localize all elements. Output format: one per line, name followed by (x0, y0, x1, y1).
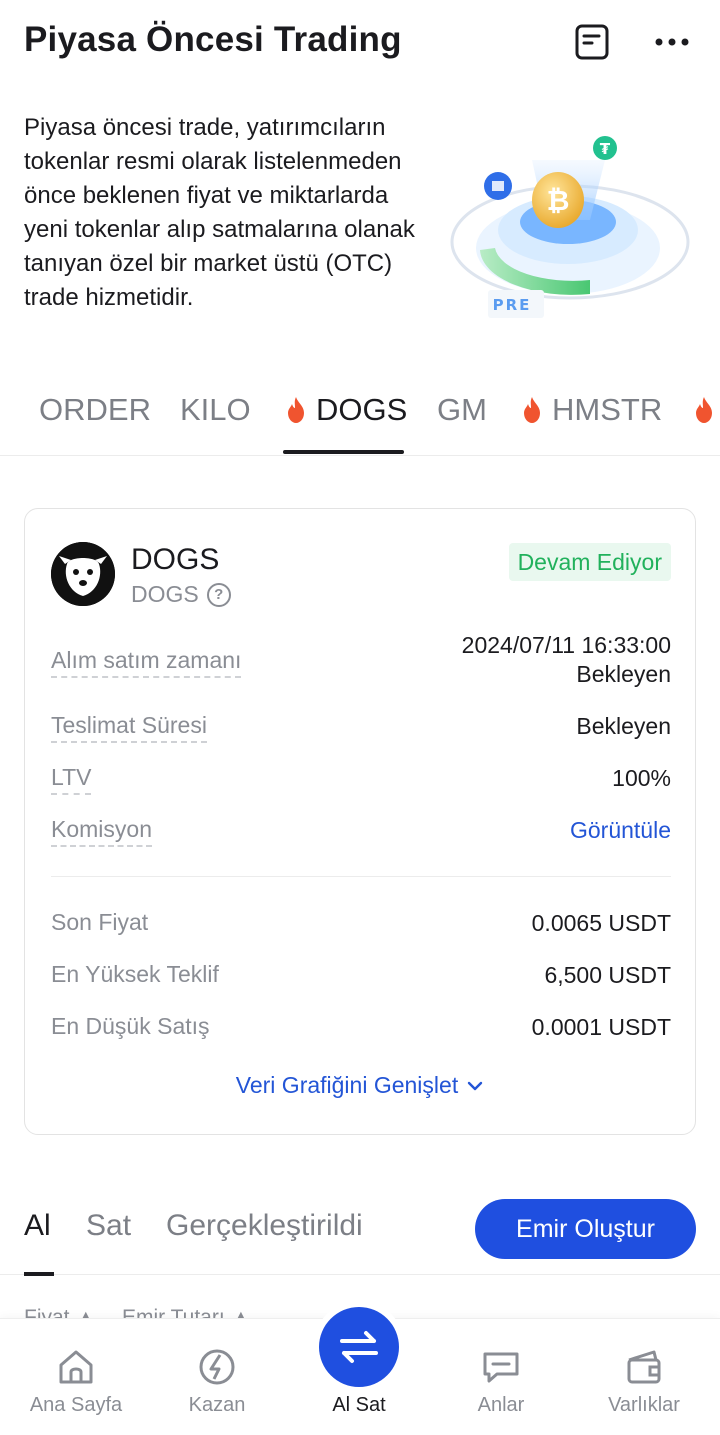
nav-trade[interactable]: Al Sat (287, 1301, 431, 1435)
nav-assets[interactable]: Varlıklar (572, 1319, 716, 1435)
swap-icon (319, 1307, 399, 1387)
last-price-value: 0.0065 USDT (531, 910, 671, 936)
create-order-button[interactable]: Emir Oluştur (475, 1199, 696, 1259)
delivery-label[interactable]: Teslimat Süresi (51, 712, 207, 743)
order-tabs: Al Sat Gerçekleştirildi Emir Oluştur (0, 1185, 720, 1276)
tab-dogs[interactable]: DOGS (284, 392, 407, 452)
trade-time-label[interactable]: Alım satım zamanı (51, 647, 242, 678)
svg-text:₿: ₿ (547, 184, 570, 217)
document-icon[interactable] (572, 22, 612, 62)
tab-order[interactable]: ORDER (39, 392, 151, 452)
status-badge: Devam Ediyor (508, 543, 671, 581)
flame-icon (288, 397, 304, 423)
tab-kilo[interactable]: KILO (180, 392, 251, 452)
divider (51, 876, 671, 877)
token-symbol: DOGS (131, 581, 199, 607)
tab-more-partial[interactable] (692, 392, 720, 452)
token-tabs: ORDER KILO DOGS GM HMSTR (0, 384, 720, 456)
fee-label[interactable]: Komisyon (51, 816, 152, 847)
active-tab-indicator (283, 450, 404, 454)
dogs-avatar (51, 542, 115, 606)
intro-text: Piyasa öncesi trade, yatırımcıların toke… (24, 114, 415, 311)
expand-chart-button[interactable]: Veri Grafiğini Genişlet (25, 1072, 695, 1099)
header: Piyasa Öncesi Trading (0, 0, 720, 90)
wallet-icon (627, 1350, 661, 1384)
svg-text:₮: ₮ (600, 140, 611, 158)
highest-bid-label: En Yüksek Teklif (51, 961, 219, 987)
earn-icon (199, 1349, 235, 1385)
highest-bid-value: 6,500 USDT (544, 962, 671, 988)
delivery-value: Bekleyen (576, 713, 671, 739)
tab-gm[interactable]: GM (437, 392, 487, 452)
flame-icon (524, 397, 540, 423)
moments-icon (483, 1352, 519, 1383)
token-symbol-row: DOGS ? (131, 581, 231, 608)
more-dots-icon[interactable] (652, 22, 692, 62)
token-info-card: DOGS DOGS ? Devam Ediyor Alım satım zama… (24, 508, 696, 1135)
tab-completed[interactable]: Gerçekleştirildi (166, 1209, 363, 1243)
fee-view-link[interactable]: Görüntüle (570, 816, 671, 845)
nav-home[interactable]: Ana Sayfa (4, 1319, 148, 1435)
chevron-down-icon (468, 1081, 483, 1090)
trade-time-value: 2024/07/11 16:33:00 Bekleyen (461, 632, 671, 687)
pre-market-illustration: ₿ ₮ PRE (440, 130, 700, 330)
nav-earn[interactable]: Kazan (145, 1319, 289, 1435)
active-order-tab-indicator (24, 1272, 54, 1276)
svg-text:PRE: PRE (493, 296, 532, 314)
lowest-ask-value: 0.0001 USDT (531, 1014, 671, 1040)
nav-moments[interactable]: Anlar (429, 1319, 573, 1435)
flame-icon (696, 397, 712, 423)
last-price-label: Son Fiyat (51, 909, 149, 935)
help-icon[interactable]: ? (206, 582, 231, 607)
tab-hmstr[interactable]: HMSTR (520, 392, 662, 452)
ltv-value: 100% (612, 765, 671, 791)
page-title: Piyasa Öncesi Trading (24, 20, 402, 59)
lowest-ask-label: En Düşük Satış (51, 1013, 210, 1039)
tab-buy[interactable]: Al (24, 1209, 51, 1243)
tab-sell[interactable]: Sat (86, 1209, 131, 1243)
ltv-label[interactable]: LTV (51, 764, 92, 795)
home-icon (59, 1350, 93, 1384)
bottom-nav: Ana Sayfa Kazan Al Sat Anlar Varlıklar (0, 1301, 720, 1435)
token-name: DOGS (131, 543, 220, 576)
